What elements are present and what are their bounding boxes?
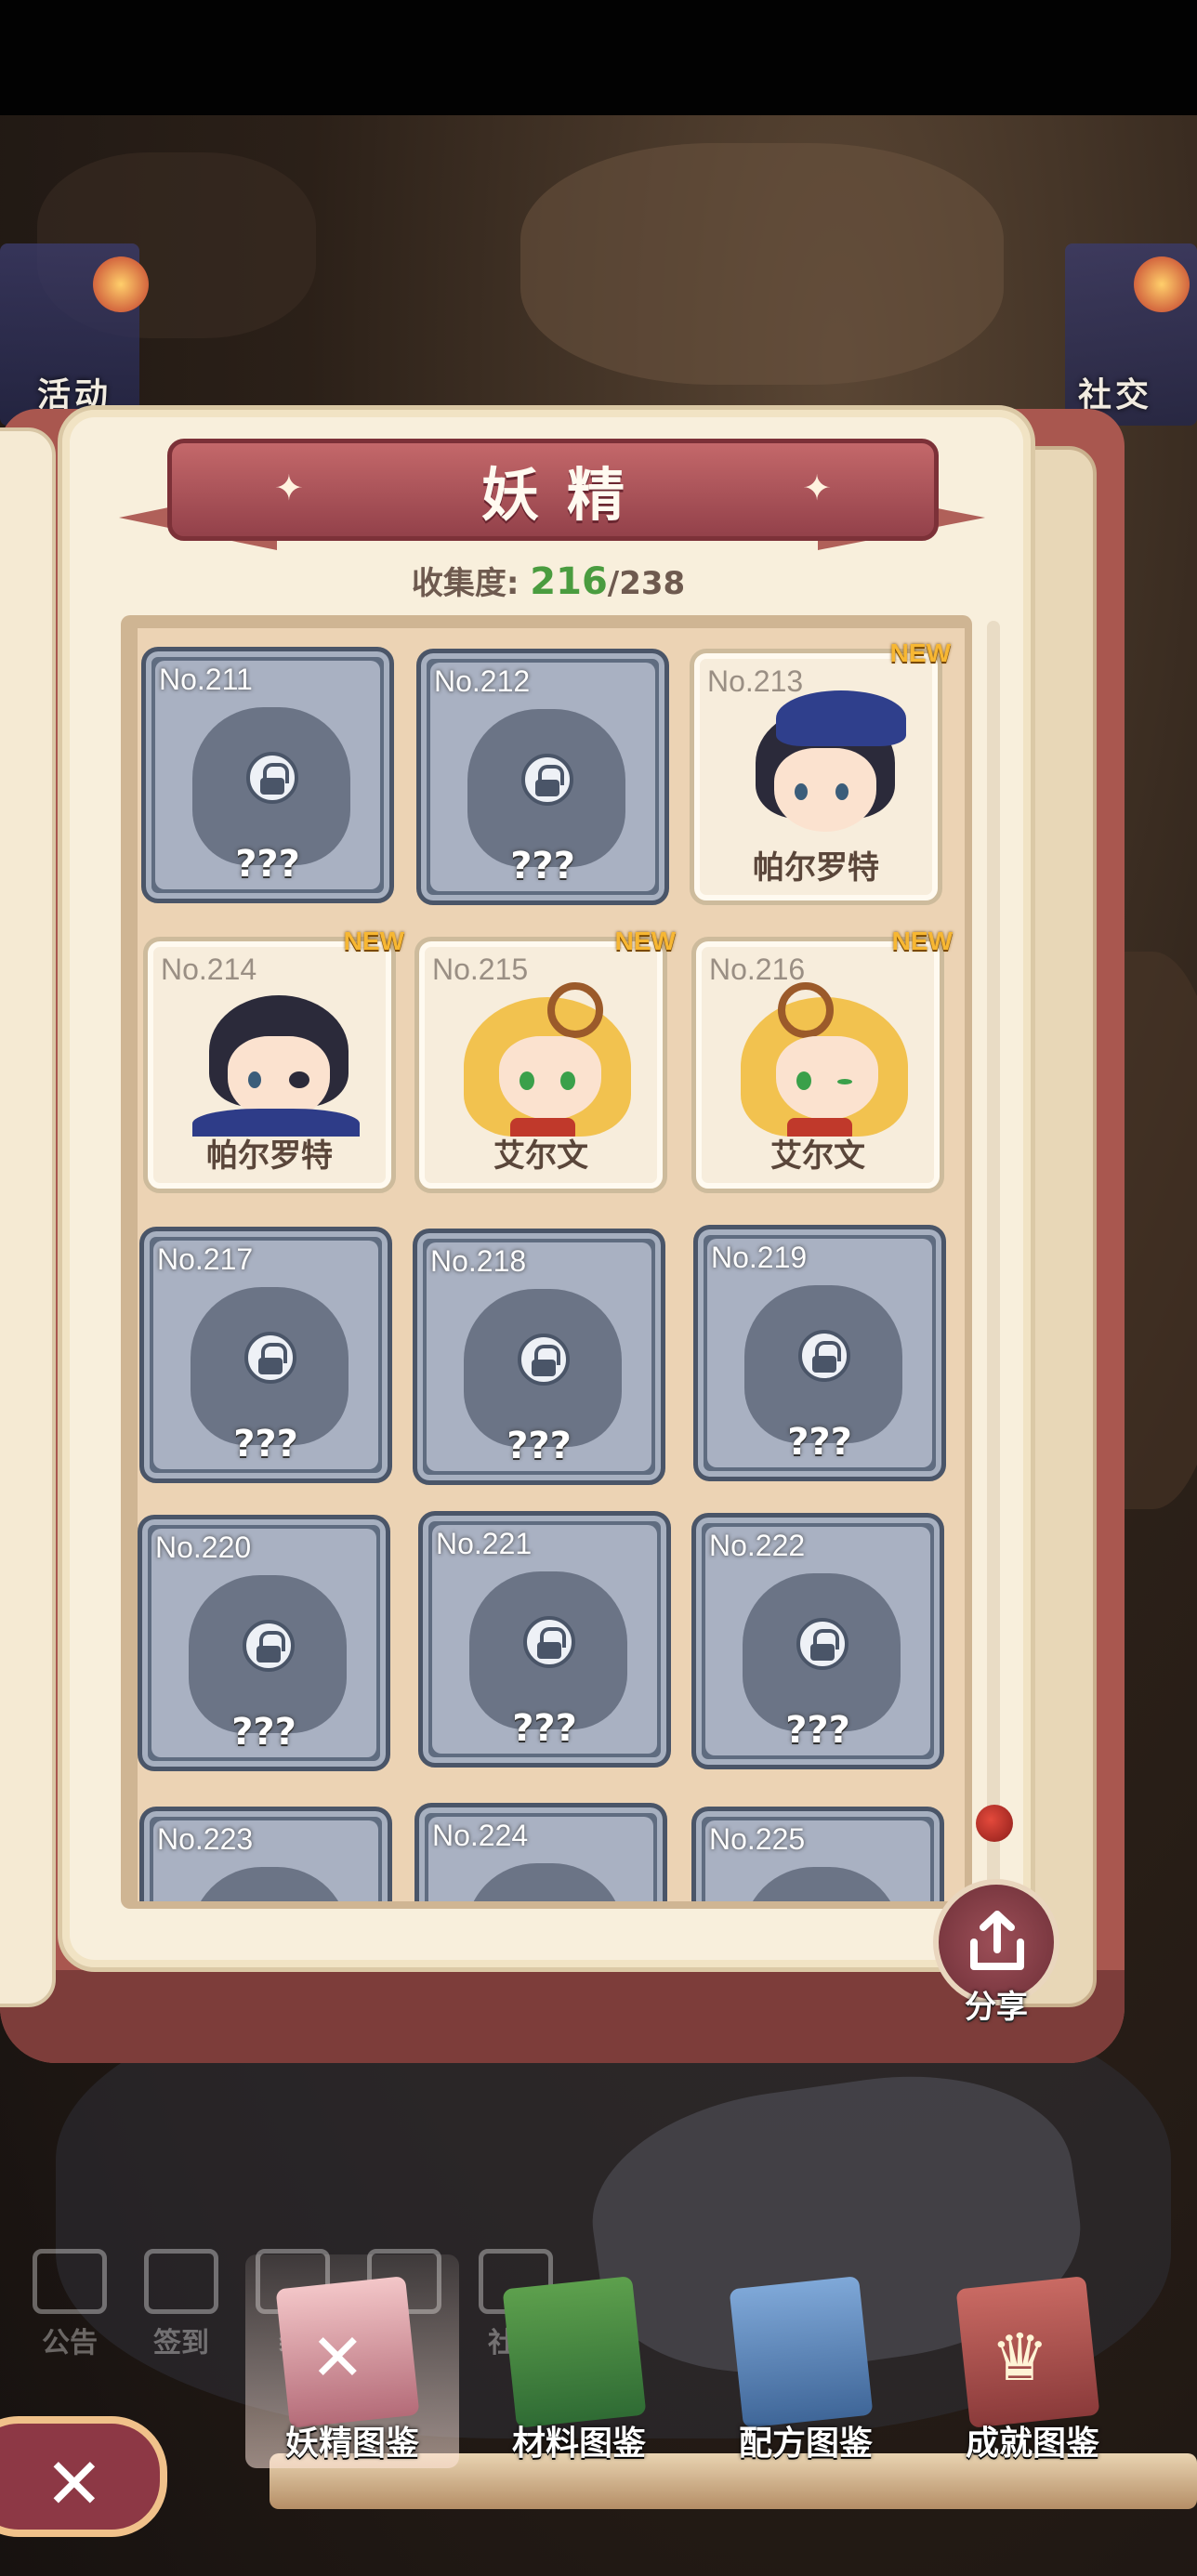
new-badge: NEW xyxy=(891,927,953,955)
tab-achievement-codex[interactable]: ♛ 成就图鉴 xyxy=(926,2254,1139,2468)
card-name: ??? xyxy=(512,1707,577,1750)
tab-fairy-codex[interactable]: ✕ 妖精图鉴 xyxy=(245,2254,459,2468)
crossed-swords-icon: ✕ xyxy=(310,2320,365,2396)
close-icon: ✕ xyxy=(45,2442,104,2525)
collection-total: /238 xyxy=(607,565,686,602)
fairy-card[interactable]: No.216 艾尔文 NEW xyxy=(691,927,953,1193)
fairy-card[interactable]: No.214 帕尔罗特 NEW xyxy=(143,927,404,1193)
fairy-card[interactable]: No.225 xyxy=(691,1807,944,1901)
new-badge: NEW xyxy=(889,638,951,667)
card-number: No.222 xyxy=(709,1529,806,1562)
sparkle-icon: ✦ xyxy=(274,467,304,508)
card-number: No.218 xyxy=(430,1244,527,1278)
fairy-portrait xyxy=(174,979,371,1137)
book-left-page xyxy=(0,427,56,2007)
lock-icon xyxy=(798,1330,850,1382)
card-name: ??? xyxy=(510,845,575,887)
card-name: 帕尔罗特 xyxy=(753,849,879,887)
title-ribbon: ✦ 妖精 ✦ xyxy=(167,439,939,541)
close-button[interactable]: ✕ xyxy=(0,2416,167,2537)
tab-label: 配方图鉴 xyxy=(738,2425,873,2463)
share-icon xyxy=(970,1911,1024,1970)
card-number: No.212 xyxy=(434,664,531,698)
social-icon xyxy=(1134,256,1190,312)
new-badge: NEW xyxy=(343,927,404,955)
card-name: ??? xyxy=(506,1425,572,1467)
lock-icon xyxy=(246,752,298,804)
lock-icon xyxy=(523,1616,575,1668)
page-title: 妖精 xyxy=(480,461,652,529)
sparkle-icon: ✦ xyxy=(802,467,832,508)
card-number: No.211 xyxy=(159,663,253,696)
tab-label: 成就图鉴 xyxy=(965,2425,1099,2463)
tab-label: 妖精图鉴 xyxy=(284,2425,419,2463)
fairy-card[interactable]: No.221 ??? xyxy=(418,1511,671,1768)
herb-book-icon xyxy=(502,2276,647,2428)
collection-progress: 收集度: 216/238 xyxy=(0,558,1097,603)
tab-material-codex[interactable]: 材料图鉴 xyxy=(472,2254,686,2468)
fairy-portrait xyxy=(445,979,642,1137)
card-name: ??? xyxy=(785,1709,850,1752)
lock-icon xyxy=(518,1334,570,1386)
card-name: ??? xyxy=(235,843,300,886)
fairy-card[interactable]: No.222 ??? xyxy=(691,1513,944,1769)
card-number: No.223 xyxy=(157,1822,254,1856)
lock-icon xyxy=(796,1618,848,1670)
fairy-card[interactable]: No.212 ??? xyxy=(416,649,669,905)
fairy-card[interactable]: No.213 帕尔罗特 NEW xyxy=(690,638,951,905)
card-number: No.225 xyxy=(709,1822,806,1856)
fairy-card[interactable]: No.219 ??? xyxy=(693,1225,946,1481)
card-number: No.217 xyxy=(157,1242,254,1276)
card-number: No.219 xyxy=(711,1241,808,1274)
share-label: 分享 xyxy=(965,1989,1028,2026)
card-name: 艾尔文 xyxy=(493,1137,588,1175)
fairy-card[interactable]: No.217 ??? xyxy=(139,1227,392,1483)
status-bar xyxy=(0,0,1197,115)
fairy-portrait xyxy=(722,979,919,1137)
new-badge: NEW xyxy=(614,927,676,955)
tab-recipe-codex[interactable]: 配方图鉴 xyxy=(699,2254,913,2468)
lock-icon xyxy=(243,1620,295,1672)
potion-book-icon xyxy=(729,2276,874,2428)
collection-label: 收集度: xyxy=(411,565,520,602)
fairy-card[interactable]: No.211 ??? xyxy=(141,647,394,903)
card-number: No.224 xyxy=(432,1819,529,1852)
grid-scrollbar[interactable] xyxy=(987,621,1000,1912)
fairy-grid[interactable]: No.211 ??? No.212 ??? No.213 帕尔罗特 NEW No… xyxy=(138,628,965,1901)
activity-icon xyxy=(93,256,149,312)
fairy-portrait xyxy=(720,690,917,848)
fairy-card[interactable]: No.223 xyxy=(139,1807,392,1901)
scroll-thumb[interactable] xyxy=(976,1805,1013,1842)
lock-icon xyxy=(244,1332,296,1384)
card-name: 艾尔文 xyxy=(770,1137,865,1175)
menu-notice-label: 公告 xyxy=(42,2327,98,2359)
fairy-card[interactable]: No.215 艾尔文 NEW xyxy=(414,927,676,1193)
card-name: 帕尔罗特 xyxy=(206,1137,333,1175)
card-name: ??? xyxy=(233,1423,298,1465)
fairy-card[interactable]: No.218 ??? xyxy=(413,1229,665,1485)
card-name: ??? xyxy=(231,1711,296,1754)
card-name: ??? xyxy=(787,1421,852,1464)
lock-icon xyxy=(521,754,573,806)
fairy-card[interactable]: No.220 ??? xyxy=(138,1515,390,1771)
fairy-card[interactable]: No.224 xyxy=(414,1803,667,1901)
collection-count: 216 xyxy=(530,560,608,603)
card-number: No.221 xyxy=(436,1527,533,1560)
card-number: No.220 xyxy=(155,1531,252,1564)
menu-checkin-label: 签到 xyxy=(153,2327,209,2359)
crown-icon: ♛ xyxy=(991,2320,1049,2396)
tab-label: 材料图鉴 xyxy=(511,2425,646,2463)
